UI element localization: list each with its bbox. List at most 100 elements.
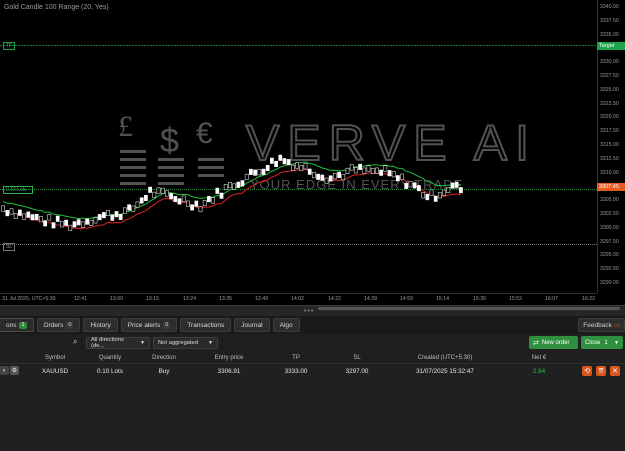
cell-entry-price: 3306.91 [217, 368, 241, 375]
candle [324, 177, 329, 184]
price-tick-label: 3330.00 [600, 59, 619, 66]
candle [240, 180, 245, 187]
col-direction[interactable]: Direction [152, 355, 176, 361]
tab-journal[interactable]: Journal [234, 318, 270, 332]
candle [165, 190, 169, 197]
time-tick-label: 13:00 [110, 296, 123, 302]
search-icon[interactable]: ⌕ [73, 337, 77, 347]
candle [177, 198, 182, 205]
trading-panel: ons 1 Orders 0 History Price alerts 0 Tr… [0, 316, 625, 451]
col-symbol[interactable]: Symbol [45, 355, 65, 361]
watermark-euro-symbol: € [196, 117, 213, 150]
candle [362, 167, 367, 174]
candle [64, 219, 68, 226]
candle [68, 224, 73, 231]
time-tick-label: 12:41 [74, 296, 87, 302]
tab-transactions[interactable]: Transactions [180, 318, 232, 332]
cell-sl[interactable]: 3297.00 [346, 368, 369, 375]
price-tick-label: 3317.50 [600, 128, 619, 135]
candle [257, 169, 262, 176]
col-tp[interactable]: TP [292, 355, 300, 361]
candle [383, 165, 388, 172]
aggregation-filter-value: Not aggregated [158, 340, 198, 346]
candle [307, 168, 312, 175]
chevron-down-icon: ▼ [614, 339, 619, 346]
tab-label: History [90, 321, 111, 329]
candle [232, 183, 236, 190]
candle [333, 173, 337, 180]
tab-label: Transactions [187, 321, 225, 329]
price-tick-label: 3322.50 [600, 100, 619, 107]
candle [51, 222, 56, 229]
sl-line-label[interactable]: SL [3, 243, 16, 251]
cell-direction: Buy [158, 368, 170, 375]
candle [152, 191, 157, 198]
double-position-icon[interactable]: ⇈ [596, 366, 606, 376]
directions-filter-value: All directions (de... [91, 337, 124, 349]
col-net[interactable]: Net € [532, 355, 546, 361]
candle [412, 182, 417, 189]
tab-label: Algo [279, 321, 293, 329]
time-axis[interactable]: 31 Jul 2025, UTC+5:30 12:41 13:00 13:15 13:2… [0, 293, 597, 305]
tp-line-label[interactable]: TP [3, 42, 16, 50]
candle [207, 196, 211, 203]
close-quantity[interactable]: 1 [604, 340, 607, 346]
tab-badge: 1 [19, 321, 27, 329]
tab-price-alerts[interactable]: Price alerts 0 [120, 318, 178, 332]
candle [60, 221, 64, 228]
candle [328, 175, 333, 182]
candle [114, 211, 119, 218]
candle [354, 167, 358, 174]
new-order-button[interactable]: ⇄ New order [529, 336, 578, 349]
price-tick-label: 3312.50 [600, 155, 619, 162]
current-price-tag: 3307.45 [597, 183, 625, 191]
candle [39, 216, 43, 223]
gear-icon[interactable]: ⚙ [10, 366, 19, 375]
feedback-button[interactable]: Feedback ▭ [578, 318, 625, 332]
chart-area[interactable]: £ $ € VERVE AI YOUR EDGE IN EVERY TRADE … [0, 0, 625, 305]
col-sl[interactable]: SL [353, 355, 360, 361]
time-tick-label: 14:22 [328, 296, 341, 302]
tab-orders[interactable]: Orders 0 [36, 318, 81, 332]
candle [169, 193, 173, 200]
cell-symbol: XAUUSD [41, 368, 69, 375]
chart-horizontal-scrollbar[interactable] [318, 307, 620, 310]
tab-positions[interactable]: ons 1 [0, 318, 34, 332]
close-positions-button[interactable]: Close 1 ▼ [581, 336, 623, 349]
time-tick-label: 16:07 [545, 296, 558, 302]
candle [421, 192, 425, 199]
candle [337, 171, 341, 178]
col-created[interactable]: Created (UTC+5:30) [418, 355, 473, 361]
col-quantity[interactable]: Quantity [99, 355, 121, 361]
candle [186, 200, 190, 207]
table-row[interactable]: ◐ ⚙ XAUUSD 0.10 Lots Buy 3306.91 3333.00… [0, 364, 625, 378]
tab-label: Price alerts [127, 321, 161, 329]
tab-history[interactable]: History [83, 318, 118, 332]
candle [93, 217, 98, 224]
entry-line-label[interactable]: 0.10 Lots ↑ [3, 186, 34, 194]
candle [72, 221, 77, 228]
candle [446, 187, 451, 194]
panel-tabs: ons 1 Orders 0 History Price alerts 0 Tr… [0, 316, 625, 334]
candle [341, 174, 346, 181]
tp-axis-tag: Target [597, 42, 625, 50]
candle [274, 160, 278, 167]
candlestick-chart[interactable]: £ $ € VERVE AI YOUR EDGE IN EVERY TRADE [0, 0, 625, 305]
col-entry-price[interactable]: Entry price [215, 355, 244, 361]
tab-algo[interactable]: Algo [272, 318, 300, 332]
cell-tp[interactable]: 3333.00 [285, 368, 308, 375]
candle [400, 173, 404, 180]
aggregation-filter[interactable]: Not aggregated ▼ [153, 337, 218, 349]
directions-filter[interactable]: All directions (de... ▼ [86, 337, 150, 349]
reverse-position-icon[interactable]: ⟲ [582, 366, 592, 376]
candle [370, 168, 375, 175]
candle [13, 212, 18, 219]
close-position-icon[interactable]: ✕ [610, 366, 620, 376]
candle [358, 163, 362, 170]
collapse-icon[interactable]: ◐ [0, 366, 9, 375]
candle [320, 174, 325, 181]
splitter-grip-icon[interactable]: ••• [304, 308, 314, 315]
time-tick-label: 13:24 [183, 296, 196, 302]
candle [429, 189, 434, 196]
candle [253, 169, 257, 176]
